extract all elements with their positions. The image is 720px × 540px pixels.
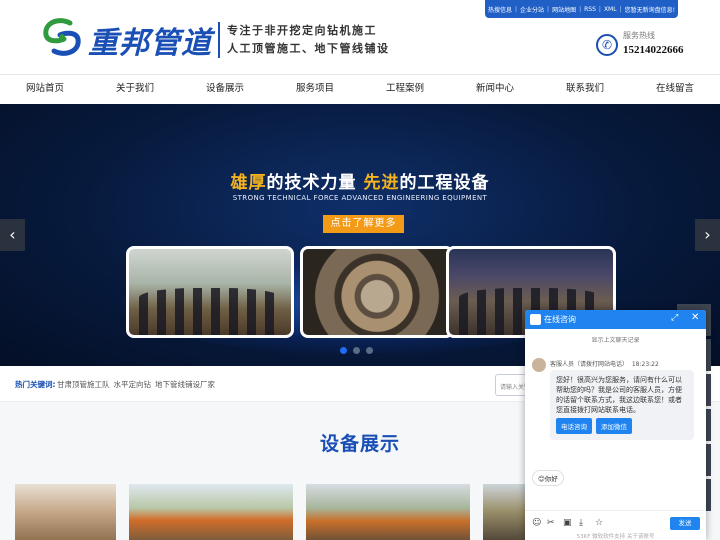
chat-history-link[interactable]: 显示上文聊天记录 xyxy=(525,335,706,344)
main-nav: 网站首页 关于我们 设备展示 服务项目 工程案例 新闻中心 联系我们 在线留言 xyxy=(0,74,720,104)
banner-photo-site-meeting xyxy=(126,246,294,338)
agent-avatar xyxy=(532,358,546,372)
nav-item-message[interactable]: 在线留言 xyxy=(630,75,720,104)
hot-keywords-list: 甘肃顶管施工队 水平定向钻 地下管线铺设厂家 xyxy=(57,379,215,390)
phone-consult-button[interactable]: 电话咨询 xyxy=(556,418,592,434)
banner-title-highlight-1: 雄厚 xyxy=(230,173,267,193)
nav-item-home[interactable]: 网站首页 xyxy=(0,75,90,104)
star-icon[interactable]: ☆ xyxy=(595,518,603,528)
banner-title-text-1: 的技术力量 xyxy=(266,173,364,193)
prev-slide-button[interactable]: ‹ xyxy=(0,219,25,251)
nav-item-about[interactable]: 关于我们 xyxy=(90,75,180,104)
nav-item-contact[interactable]: 联系我们 xyxy=(540,75,630,104)
agent-message-bubble: 您好！很高兴为您服务，请问有什么可以帮助您的吗？我是公司的客服人员，方便的话留个… xyxy=(550,370,694,440)
send-button[interactable]: 发送 xyxy=(670,517,700,530)
slogan-line-1: 专注于非开挖定向钻机施工 xyxy=(227,24,377,37)
agent-message: 您好！很高兴为您服务，请问有什么可以帮助您的吗？我是公司的客服人员，方便的话留个… xyxy=(556,376,682,414)
site-header: 重邦管道 专注于非开挖定向钻机施工 人工顶管施工、地下管线铺设 ✆ 服务热线 1… xyxy=(0,0,720,72)
hot-keywords-label: 热门关键词: xyxy=(15,380,56,389)
slide-dot-1[interactable] xyxy=(340,347,347,354)
logo-icon[interactable] xyxy=(40,17,84,57)
banner-title-text-2: 的工程设备 xyxy=(399,173,490,193)
nav-item-news[interactable]: 新闻中心 xyxy=(450,75,540,104)
hot-keyword[interactable]: 甘肃顶管施工队 xyxy=(57,379,110,390)
hot-keyword[interactable]: 水平定向钻 xyxy=(114,379,152,390)
close-icon[interactable]: ✕ xyxy=(691,312,699,323)
nav-item-services[interactable]: 服务项目 xyxy=(270,75,360,104)
people-silhouettes xyxy=(139,287,281,335)
download-icon[interactable]: ⤓ xyxy=(579,518,583,528)
add-wechat-button[interactable]: 添加微信 xyxy=(596,418,632,434)
logo-text[interactable]: 重邦管道 xyxy=(88,18,212,62)
equipment-thumbnail[interactable] xyxy=(129,484,293,540)
folder-icon[interactable]: ▣ xyxy=(563,518,572,528)
banner-photo-pipe-drill xyxy=(300,246,454,338)
slide-dots xyxy=(340,347,373,354)
scissors-icon[interactable]: ✂ xyxy=(547,518,555,528)
slogan-line-2: 人工顶管施工、地下管线铺设 xyxy=(227,42,390,55)
message-actions: 电话咨询 添加微信 xyxy=(556,418,632,434)
quick-reply-chip[interactable]: 😊你好 xyxy=(532,470,564,486)
banner-title-highlight-2: 先进 xyxy=(363,173,400,193)
emoji-icon[interactable]: ☺ xyxy=(532,518,541,528)
agent-name: 客服人员（请拨打网站电话） xyxy=(550,361,629,368)
slogan: 专注于非开挖定向钻机施工 人工顶管施工、地下管线铺设 xyxy=(218,22,390,58)
chat-widget: 在线咨询 ⤢ ✕ 显示上文聊天记录 客服人员（请拨打网站电话） 18:23:22… xyxy=(525,310,706,540)
chat-footer: 53KF 微软软件支持 关于该账号 xyxy=(576,534,655,540)
expand-icon[interactable]: ⤢ xyxy=(671,313,678,323)
agent-info: 客服人员（请拨打网站电话） 18:23:22 xyxy=(550,359,659,368)
hotline-label: 服务热线 xyxy=(623,31,655,40)
slide-dot-3[interactable] xyxy=(366,347,373,354)
learn-more-button[interactable]: 点击了解更多 xyxy=(323,215,404,233)
next-slide-button[interactable]: › xyxy=(695,219,720,251)
slide-dot-2[interactable] xyxy=(353,347,360,354)
chat-header: 在线咨询 ⤢ ✕ xyxy=(525,310,706,329)
message-time: 18:23:22 xyxy=(631,361,659,368)
hotline-number: 15214022666 xyxy=(623,44,684,56)
equipment-thumbnail[interactable] xyxy=(306,484,470,540)
banner-title: 雄厚的技术力量 先进的工程设备 xyxy=(0,168,720,193)
chat-title: 在线咨询 xyxy=(544,315,576,324)
nav-item-cases[interactable]: 工程案例 xyxy=(360,75,450,104)
chat-logo-icon xyxy=(530,314,541,325)
phone-icon: ✆ xyxy=(596,34,618,56)
banner-subtitle: STRONG TECHNICAL FORCE ADVANCED ENGINEER… xyxy=(232,194,488,202)
hot-keyword[interactable]: 地下管线铺设厂家 xyxy=(155,379,215,390)
equipment-thumbnail[interactable] xyxy=(483,484,527,540)
nav-item-equipment[interactable]: 设备展示 xyxy=(180,75,270,104)
equipment-thumbnail[interactable] xyxy=(15,484,116,540)
